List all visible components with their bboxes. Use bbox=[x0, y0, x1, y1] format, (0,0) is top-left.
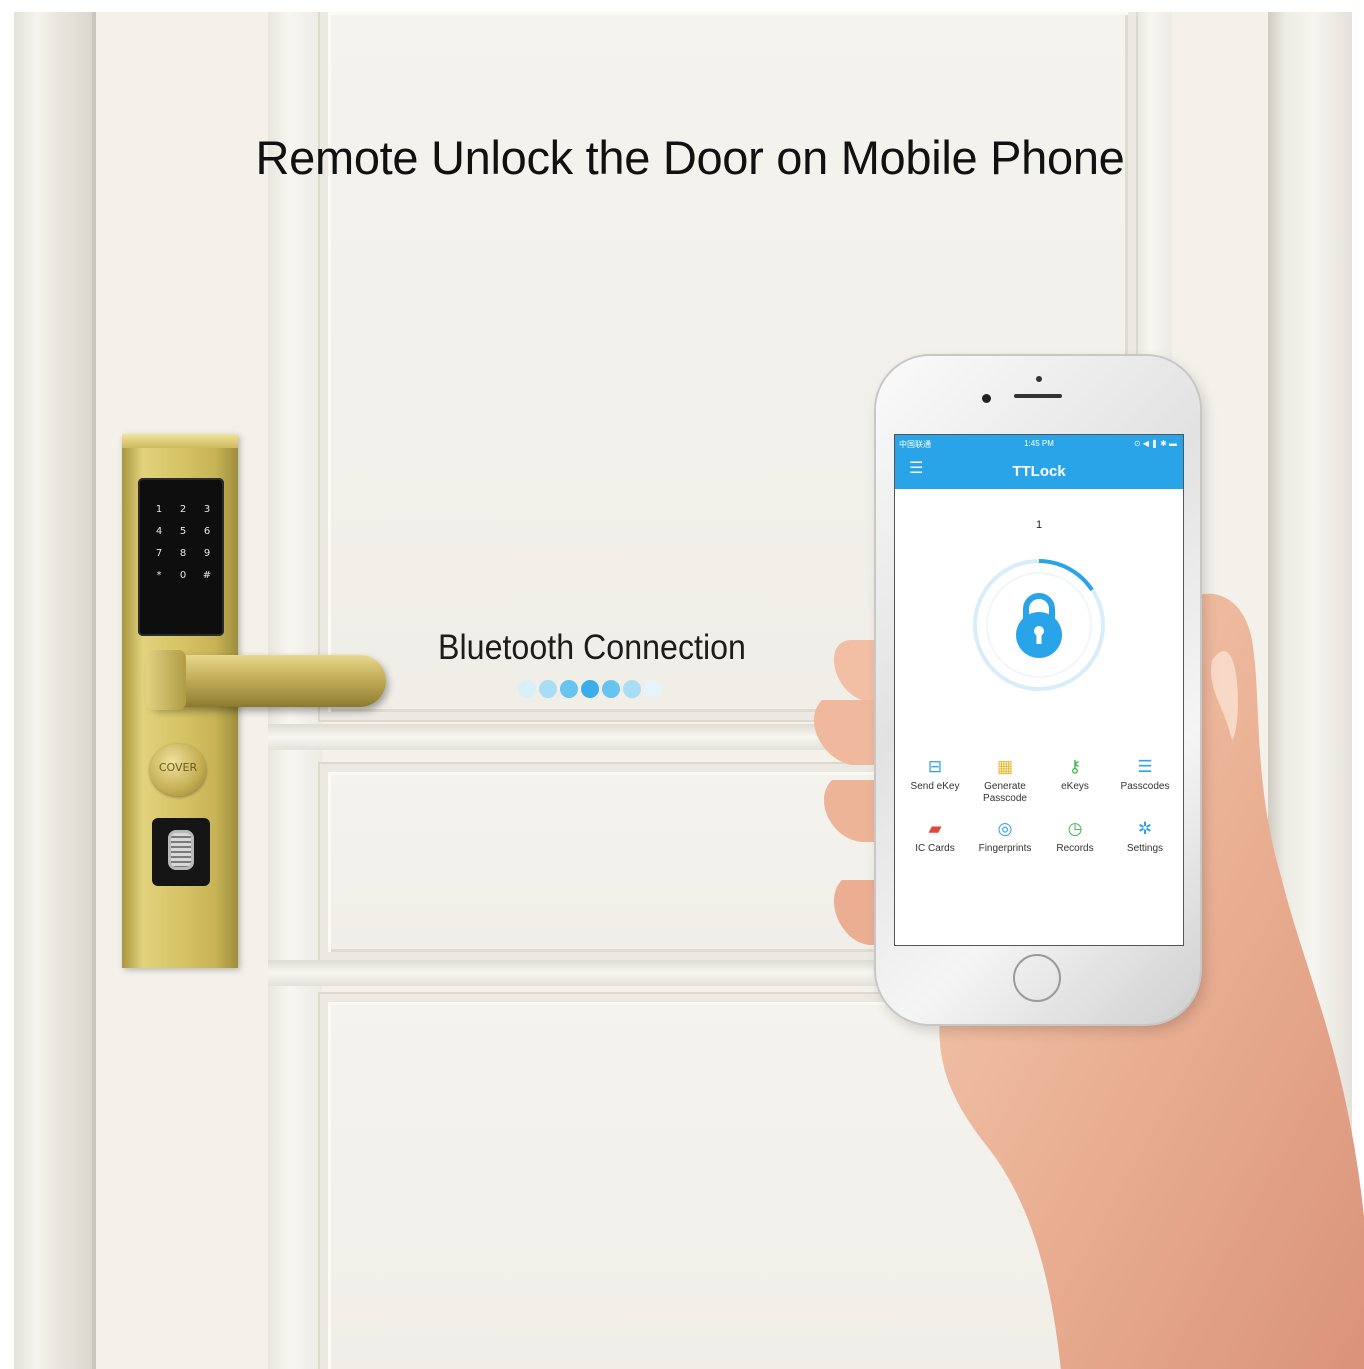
menu-item-label: Settings bbox=[1126, 843, 1164, 854]
menu-item[interactable]: ▦ Generate Passcode bbox=[969, 757, 1041, 805]
home-button[interactable] bbox=[1013, 954, 1061, 1002]
key-cover: COVER bbox=[150, 744, 206, 796]
proximity-sensor bbox=[1036, 376, 1042, 382]
handle-rose bbox=[146, 650, 186, 710]
bluetooth-dot bbox=[581, 680, 599, 698]
keypad-key[interactable]: 8 bbox=[176, 548, 190, 559]
phone-screen: 中国联通 1:45 PM ⊙ ◀ ❚ ✱ ▬ ☰ TTLock 1 ⊟ Send… bbox=[894, 434, 1184, 946]
keypad-key[interactable]: # bbox=[200, 570, 214, 581]
bluetooth-dot bbox=[518, 680, 536, 698]
top-border bbox=[0, 0, 1364, 12]
keypad-key[interactable]: * bbox=[152, 570, 166, 581]
send-ekey-icon: ⊟ bbox=[927, 757, 943, 776]
earpiece bbox=[1014, 394, 1062, 398]
headline: Remote Unlock the Door on Mobile Phone bbox=[255, 131, 1125, 184]
menu-item[interactable]: ⊟ Send eKey bbox=[899, 757, 971, 793]
ic-card-icon: ▰ bbox=[928, 819, 942, 838]
ekeys-icon: ⚷ bbox=[1068, 757, 1082, 776]
bluetooth-signal-dots bbox=[518, 680, 662, 700]
bluetooth-dot bbox=[602, 680, 620, 698]
keypad-key[interactable]: 3 bbox=[200, 504, 214, 515]
lock-keypad[interactable]: 1 2 3 4 5 6 7 8 9 * 0 # bbox=[138, 478, 224, 636]
door-frame-left bbox=[14, 12, 96, 1369]
front-camera bbox=[982, 394, 991, 403]
lock-name: 1 bbox=[1035, 519, 1043, 531]
keypad-key[interactable]: 6 bbox=[200, 526, 214, 537]
menu-item-label: IC Cards bbox=[915, 843, 955, 854]
cover-label: COVER bbox=[158, 761, 198, 774]
left-border bbox=[0, 0, 14, 1369]
passcodes-icon: ☰ bbox=[1137, 757, 1153, 776]
app-title: TTLock bbox=[1012, 463, 1066, 480]
menu-item-label: Send eKey bbox=[910, 781, 960, 792]
menu-item[interactable]: ◎ Fingerprints bbox=[969, 819, 1041, 855]
unlock-button[interactable] bbox=[969, 555, 1109, 695]
bluetooth-dot bbox=[644, 680, 662, 698]
menu-item-label: Generate Passcode bbox=[983, 781, 1027, 804]
keypad-key[interactable]: 1 bbox=[152, 504, 166, 515]
keypad-key[interactable]: 2 bbox=[176, 504, 190, 515]
keypad-key[interactable]: 4 bbox=[152, 526, 166, 537]
menu-item[interactable]: ✲ Settings bbox=[1109, 819, 1181, 855]
menu-item[interactable]: ◷ Records bbox=[1039, 819, 1111, 855]
keypad-key[interactable]: 0 bbox=[176, 570, 190, 581]
fingerprint-icon: ◎ bbox=[997, 819, 1013, 838]
app-navbar: ☰ TTLock bbox=[895, 453, 1183, 489]
menu-item[interactable]: ⚷ eKeys bbox=[1039, 757, 1111, 793]
keypad-key[interactable]: 5 bbox=[176, 526, 190, 537]
menu-item-label: eKeys bbox=[1061, 781, 1089, 792]
bluetooth-dot bbox=[539, 680, 557, 698]
bluetooth-dot bbox=[560, 680, 578, 698]
status-bar: 中国联通 1:45 PM ⊙ ◀ ❚ ✱ ▬ bbox=[895, 435, 1183, 453]
menu-item-label: Records bbox=[1056, 843, 1094, 854]
menu-item-label: Fingerprints bbox=[978, 843, 1032, 854]
fingerprint-pad bbox=[168, 830, 194, 870]
keypad-key[interactable]: 7 bbox=[152, 548, 166, 559]
menu-item[interactable]: ☰ Passcodes bbox=[1109, 757, 1181, 793]
smartphone: 中国联通 1:45 PM ⊙ ◀ ❚ ✱ ▬ ☰ TTLock 1 ⊟ Send… bbox=[876, 356, 1200, 1024]
product-scene: Remote Unlock the Door on Mobile Phone B… bbox=[0, 0, 1364, 1369]
menu-item[interactable]: ▰ IC Cards bbox=[899, 819, 971, 855]
bluetooth-dot bbox=[623, 680, 641, 698]
menu-item-label: Passcodes bbox=[1120, 781, 1170, 792]
fingerprint-reader[interactable] bbox=[152, 818, 210, 886]
keypad-key[interactable]: 9 bbox=[200, 548, 214, 559]
bluetooth-label: Bluetooth Connection bbox=[438, 628, 746, 667]
passcode-icon: ▦ bbox=[996, 757, 1014, 776]
records-icon: ◷ bbox=[1067, 819, 1083, 838]
settings-icon: ✲ bbox=[1137, 819, 1153, 838]
status-icons: ⊙ ◀ ❚ ✱ ▬ bbox=[1133, 439, 1177, 448]
